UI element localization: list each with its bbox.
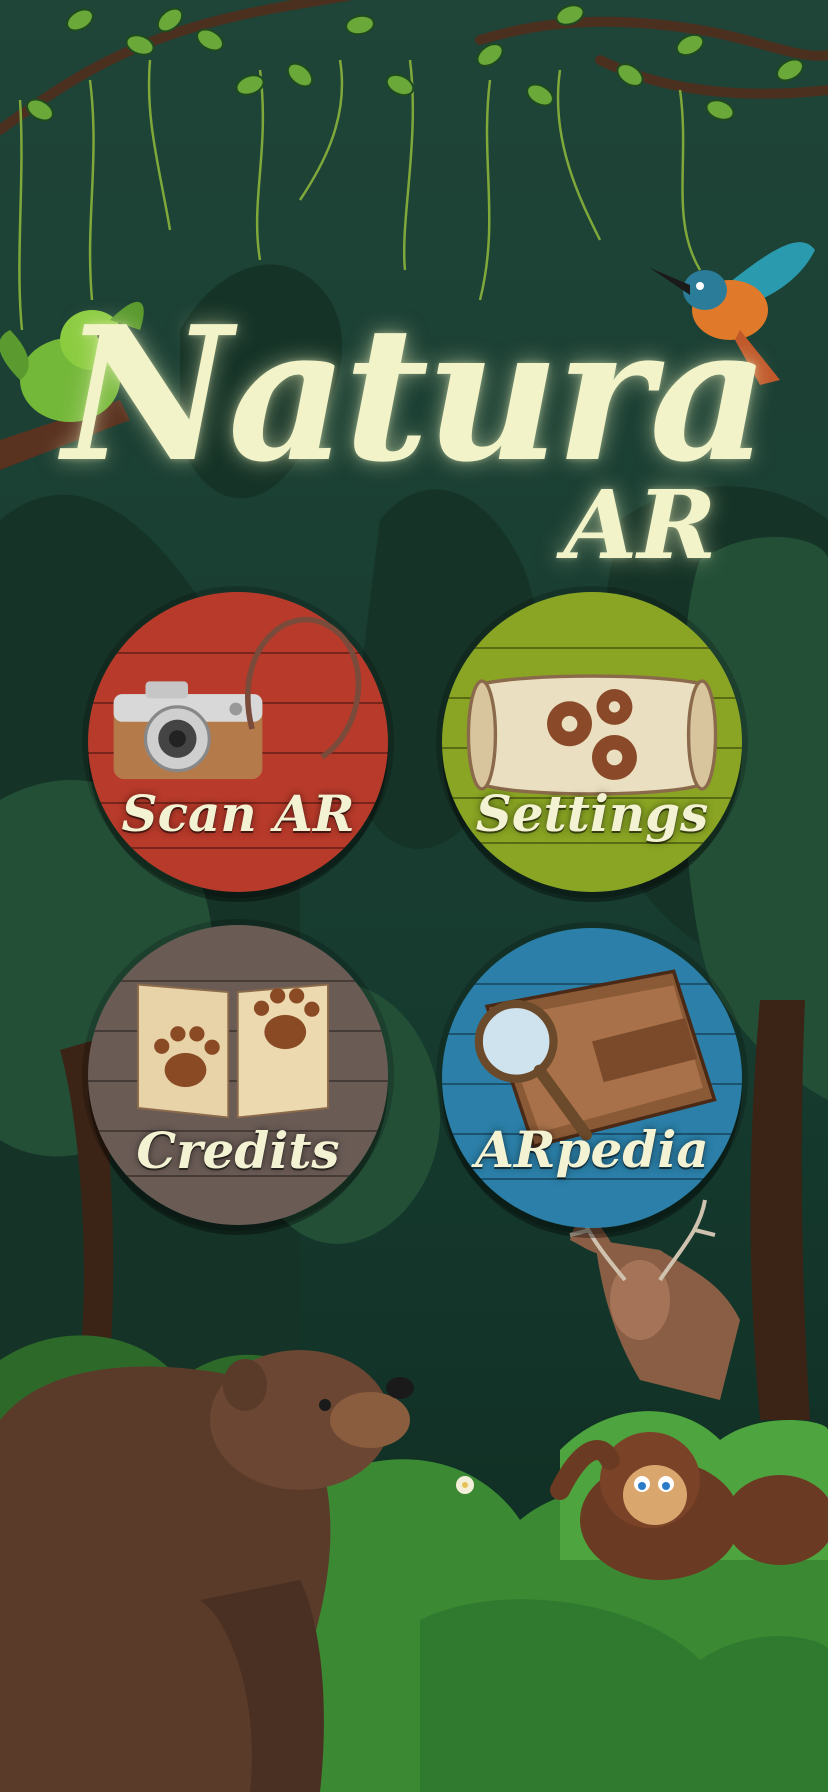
paw-book-icon: [137, 983, 329, 1119]
settings-button[interactable]: Settings: [442, 592, 742, 892]
flower: [456, 1476, 474, 1494]
credits-button[interactable]: Credits: [88, 925, 388, 1225]
credits-label: Credits: [136, 1121, 340, 1180]
scan-ar-label: Scan AR: [121, 784, 355, 843]
scan-ar-button[interactable]: Scan AR: [88, 592, 388, 892]
forest-background: [0, 0, 828, 1792]
arpedia-button[interactable]: ARpedia: [442, 928, 742, 1228]
camera-strap-icon: [245, 616, 362, 760]
settings-label: Settings: [475, 784, 709, 843]
app-subtitle: AR: [563, 470, 717, 581]
arpedia-label: ARpedia: [475, 1120, 709, 1179]
